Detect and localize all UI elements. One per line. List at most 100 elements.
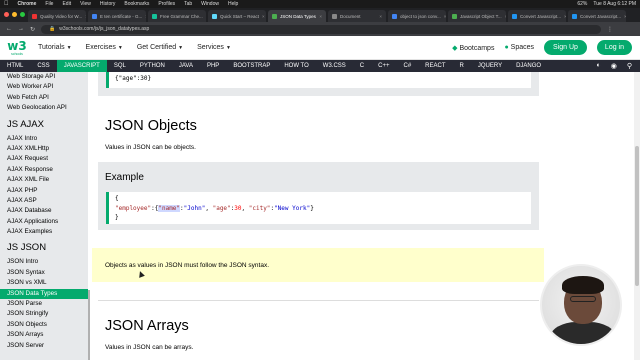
menu-get-certified[interactable]: Get Certified ▼: [137, 44, 183, 51]
sidebar-item-ajax-response[interactable]: AJAX Response: [0, 165, 88, 175]
signup-button[interactable]: Sign Up: [544, 40, 587, 55]
browser-tab[interactable]: Convert Javascript... ×: [508, 10, 566, 22]
sidebar-item-ajax-request[interactable]: AJAX Request: [0, 154, 88, 164]
browser-tab[interactable]: Quality Video for W...×: [28, 10, 86, 22]
sidebar-item-json-objects[interactable]: JSON Objects: [0, 320, 88, 330]
nav-python[interactable]: PYTHON: [133, 60, 172, 72]
sidebar-item-ajax-xmlhttp[interactable]: AJAX XMLHttp: [0, 144, 88, 154]
nav-css[interactable]: CSS: [30, 60, 56, 72]
menubar-help[interactable]: Help: [228, 1, 238, 7]
tab-label: Quick Start – React: [220, 13, 260, 19]
menu-exercises[interactable]: Exercises ▼: [86, 44, 123, 51]
sidebar-item-ajax-database[interactable]: AJAX Database: [0, 206, 88, 216]
sidebar-item-web-fetch-api[interactable]: Web Fetch API: [0, 93, 88, 103]
browser-tab[interactable]: Quick Start – React ×: [208, 10, 266, 22]
search-icon[interactable]: ⚲: [627, 62, 632, 70]
menubar-history[interactable]: History: [100, 1, 116, 7]
nav-r[interactable]: R: [453, 60, 471, 72]
sidebar-item-ajax-xml-file[interactable]: AJAX XML File: [0, 175, 88, 185]
sidebar-item-ajax-php[interactable]: AJAX PHP: [0, 186, 88, 196]
sidebar-item-json-data-types[interactable]: JSON Data Types: [0, 288, 88, 300]
nav-cpp[interactable]: C++: [371, 60, 396, 72]
minimize-window-icon[interactable]: [12, 12, 17, 17]
menu-tutorials[interactable]: Tutorials ▼: [38, 44, 72, 51]
address-bar[interactable]: 🔒 w3schools.com/js/js_json_datatypes.asp: [41, 24, 602, 34]
close-tab-icon[interactable]: ×: [85, 14, 86, 19]
sidebar-item-json-server[interactable]: JSON Server: [0, 341, 88, 351]
close-window-icon[interactable]: [4, 12, 9, 17]
paragraph-arrays: Values in JSON can be arrays.: [105, 344, 194, 351]
maximize-window-icon[interactable]: [20, 12, 25, 17]
menu-dots-icon[interactable]: ⋮: [607, 26, 613, 33]
nav-django[interactable]: DJANGO: [509, 60, 548, 72]
close-tab-icon[interactable]: ×: [624, 14, 626, 19]
sidebar-item-ajax-asp[interactable]: AJAX ASP: [0, 196, 88, 206]
menubar-tab[interactable]: Tab: [184, 1, 192, 7]
close-tab-icon[interactable]: ×: [319, 14, 322, 19]
nav-howto[interactable]: HOW TO: [277, 60, 315, 72]
forward-icon[interactable]: →: [18, 26, 24, 32]
tab-label: Document: [340, 13, 361, 19]
globe-icon[interactable]: ◉: [611, 62, 617, 70]
close-tab-icon[interactable]: ×: [444, 14, 446, 19]
menubar-bookmarks[interactable]: Bookmarks: [124, 1, 149, 7]
bootcamps-link[interactable]: ◆ Bootcamps: [452, 44, 494, 52]
nav-sql[interactable]: SQL: [107, 60, 133, 72]
menubar-window[interactable]: Window: [201, 1, 219, 7]
menubar-clock[interactable]: Tue 8 Aug 6:12 PM: [593, 1, 636, 7]
reload-icon[interactable]: ↻: [30, 26, 35, 33]
nav-csharp[interactable]: C#: [396, 60, 418, 72]
sidebar-item-ajax-intro[interactable]: AJAX Intro: [0, 134, 88, 144]
menubar-profiles[interactable]: Profiles: [158, 1, 175, 7]
sidebar-item-web-worker-api[interactable]: Web Worker API: [0, 82, 88, 92]
browser-tab[interactable]: Javascript Object T...×: [448, 10, 506, 22]
close-tab-icon[interactable]: ×: [145, 14, 146, 19]
spaces-link[interactable]: ● Spaces: [504, 44, 534, 51]
nav-javascript[interactable]: JAVASCRIPT: [56, 60, 107, 72]
nav-c[interactable]: C: [353, 60, 371, 72]
back-icon[interactable]: ←: [6, 26, 12, 32]
close-tab-icon[interactable]: ×: [505, 14, 506, 19]
close-tab-icon[interactable]: ×: [262, 14, 265, 19]
browser-tab[interactable]: E ten certificate - G...×: [88, 10, 146, 22]
nav-w3css[interactable]: W3.CSS: [316, 60, 353, 72]
sidebar-item-ajax-applications[interactable]: AJAX Applications: [0, 217, 88, 227]
nav-react[interactable]: REACT: [418, 60, 452, 72]
close-tab-icon[interactable]: ×: [379, 14, 382, 19]
menubar-app-name[interactable]: Chrome: [18, 1, 37, 7]
sidebar-item-ajax-examples[interactable]: AJAX Examples: [0, 227, 88, 237]
nav-php[interactable]: PHP: [200, 60, 226, 72]
sidebar-item-json-vs-xml[interactable]: JSON vs XML: [0, 278, 88, 288]
menu-services[interactable]: Services ▼: [197, 44, 231, 51]
sidebar-item-json-parse[interactable]: JSON Parse: [0, 299, 88, 309]
sidebar-item-web-storage-api[interactable]: Web Storage API: [0, 72, 88, 82]
browser-tab-active[interactable]: JSON Data Types ×: [268, 10, 326, 22]
tab-favicon-icon: [32, 13, 37, 19]
dark-mode-icon[interactable]: ◐: [597, 62, 601, 70]
browser-tab[interactable]: object to json conv... ×: [388, 10, 446, 22]
menubar-file[interactable]: File: [45, 1, 53, 7]
close-tab-icon[interactable]: ×: [564, 14, 566, 19]
battery-percent[interactable]: 62%: [577, 1, 587, 7]
sidebar-item-json-arrays[interactable]: JSON Arrays: [0, 330, 88, 340]
menubar-view[interactable]: View: [80, 1, 91, 7]
sidebar-item-json-syntax[interactable]: JSON Syntax: [0, 268, 88, 278]
browser-tab[interactable]: Convert Javascript... ×: [568, 10, 626, 22]
nav-html[interactable]: HTML: [0, 60, 30, 72]
nav-bootstrap[interactable]: BOOTSTRAP: [226, 60, 277, 72]
scrollbar-thumb[interactable]: [635, 146, 639, 286]
apple-icon[interactable]: : [4, 1, 9, 7]
sidebar-item-web-geolocation-api[interactable]: Web Geolocation API: [0, 103, 88, 113]
code-line-employee: "employee":{"name":"John", "age":30, "ci…: [115, 204, 531, 214]
menubar-edit[interactable]: Edit: [62, 1, 71, 7]
page-scrollbar[interactable]: [634, 72, 640, 360]
nav-java[interactable]: JAVA: [172, 60, 200, 72]
sidebar-item-json-intro[interactable]: JSON Intro: [0, 257, 88, 267]
w3schools-logo[interactable]: w3 schools: [7, 38, 27, 56]
login-button[interactable]: Log in: [596, 40, 632, 55]
nav-jquery[interactable]: JQUERY: [471, 60, 509, 72]
logo-text: w3: [7, 38, 27, 53]
sidebar-item-json-stringify[interactable]: JSON Stringify: [0, 309, 88, 319]
browser-tab[interactable]: Free Grammar Che... ×: [148, 10, 206, 22]
browser-tab[interactable]: Document ×: [328, 10, 386, 22]
